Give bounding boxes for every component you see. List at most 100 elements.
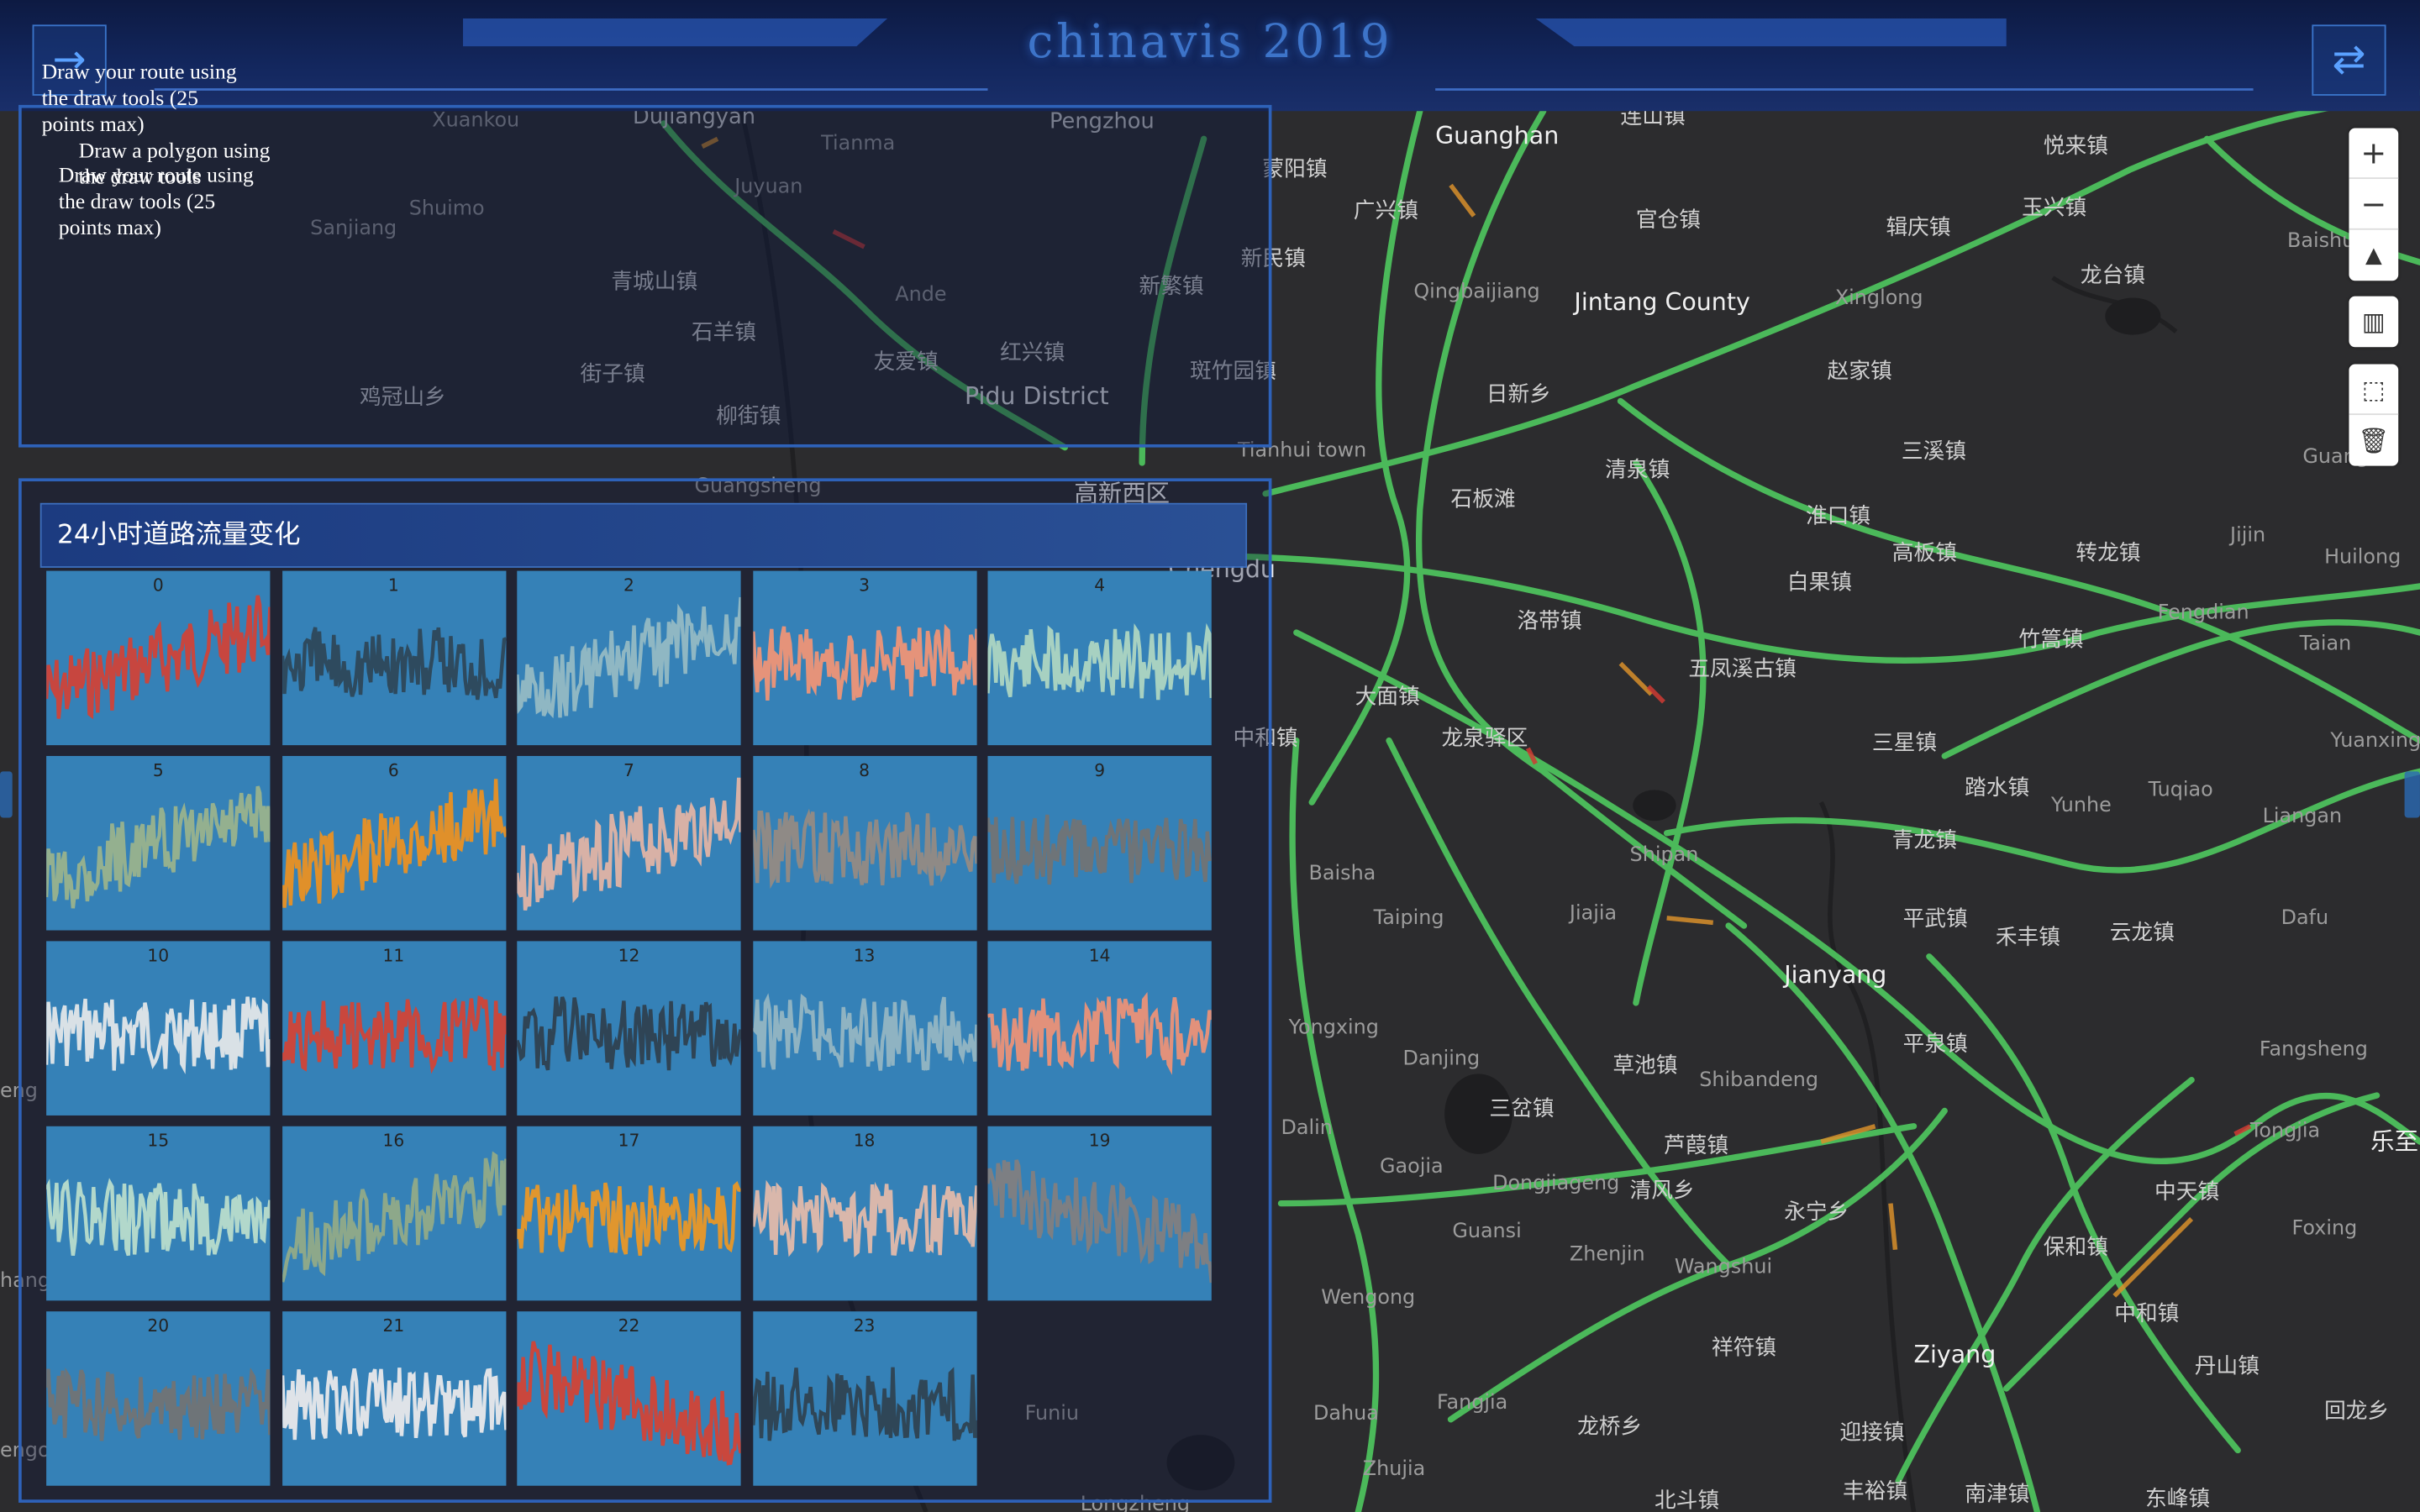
series-line-svg xyxy=(281,627,506,701)
compass-icon[interactable]: ▲ xyxy=(2349,230,2398,281)
series-line xyxy=(281,995,506,1074)
chart-panel-4: 4 xyxy=(987,570,1212,746)
chart-panel-17: 17 xyxy=(517,1126,741,1301)
series-line-svg xyxy=(517,1341,741,1466)
series-line-svg xyxy=(752,1367,976,1441)
chart-panel-11: 11 xyxy=(281,941,506,1116)
map-place-label: 白果镇 xyxy=(1787,570,1852,596)
map-place-label: 三岔镇 xyxy=(1489,1096,1554,1121)
series-line-svg xyxy=(987,814,1212,885)
series-line xyxy=(517,777,741,911)
map-place-label: Fangjia xyxy=(1437,1390,1507,1414)
map-place-label: 云龙镇 xyxy=(2110,921,2175,946)
swap-view-button[interactable]: ⇄ xyxy=(2312,24,2386,96)
small-multiples-grid: 0 1 2 3 4 5 6 7 8 9 10 11 12 13 14 15 16 17 18 19 20 21 22 23 xyxy=(46,570,1213,1488)
chart-panel-13: 13 xyxy=(752,941,976,1116)
series-line-svg xyxy=(517,1181,741,1257)
map-place-label: 丰裕镇 xyxy=(1843,1478,1907,1504)
zoom-control: + − ▲ xyxy=(2349,128,2399,281)
map-place-label: Guansi xyxy=(1452,1219,1521,1242)
map-place-label: Fangsheng xyxy=(2260,1037,2368,1060)
map-place-label: Yunhe xyxy=(2050,793,2112,816)
series-line xyxy=(752,623,976,701)
map-place-label: 迎接镇 xyxy=(1839,1420,1904,1446)
panel-hour-label: 21 xyxy=(382,1315,405,1336)
map-place-label: Shipan xyxy=(1630,843,1699,866)
map-place-label: 中天镇 xyxy=(2154,1179,2219,1205)
panel-hour-label: 2 xyxy=(623,575,634,596)
map-place-label: 玉兴镇 xyxy=(2022,195,2086,220)
map-place-label: Jianyang xyxy=(1782,961,1886,989)
series-line-svg xyxy=(752,623,976,701)
map-icon[interactable]: ▥ xyxy=(2349,297,2398,348)
map-place-label: 北斗镇 xyxy=(1655,1488,1719,1512)
map-place-label: 龙台镇 xyxy=(2081,263,2145,288)
panel-hour-label: 20 xyxy=(147,1315,170,1336)
series-line-svg xyxy=(46,1367,271,1441)
map-place-label: 五凤溪古镇 xyxy=(1688,656,1797,681)
series-line-svg xyxy=(46,1178,271,1257)
map-place-label: Wengong xyxy=(1321,1285,1415,1309)
map-place-label: Dafu xyxy=(2281,906,2329,929)
chart-panel-20: 20 xyxy=(46,1311,271,1486)
map-place-label: 芦葭镇 xyxy=(1664,1133,1728,1158)
chart-panel-22: 22 xyxy=(517,1311,741,1486)
series-line xyxy=(281,1151,506,1283)
series-line xyxy=(281,1368,506,1441)
map-place-label: 官仓镇 xyxy=(1636,207,1701,233)
series-line-svg xyxy=(752,1179,976,1257)
series-line xyxy=(281,779,506,908)
map-place-label: 大面镇 xyxy=(1355,685,1420,710)
series-line xyxy=(752,1179,976,1257)
series-line xyxy=(517,996,741,1071)
map-place-label: 赵家镇 xyxy=(1828,359,1892,384)
zoom-in-button[interactable]: + xyxy=(2349,128,2399,180)
series-line-svg xyxy=(752,993,976,1071)
map-place-label: 石板滩 xyxy=(1450,486,1515,512)
polygon-draw-icon[interactable]: ⬚ xyxy=(2349,364,2399,416)
map-place-label: 三星镇 xyxy=(1872,731,1937,756)
panel-hour-label: 7 xyxy=(623,760,634,781)
map-place-label: Jijin xyxy=(2228,523,2265,547)
map-place-label: Fengdian xyxy=(2158,601,2249,624)
series-line xyxy=(46,1367,271,1441)
map-place-label: 丹山镇 xyxy=(2195,1354,2260,1379)
map-place-label: Gaojia xyxy=(1380,1154,1444,1178)
map-place-label: Danjing xyxy=(1403,1046,1481,1069)
chart-panel-10: 10 xyxy=(46,941,271,1116)
chart-panel-15: 15 xyxy=(46,1126,271,1301)
map-place-label: 祥符镇 xyxy=(1712,1336,1776,1361)
series-line xyxy=(281,627,506,701)
panel-hour-label: 18 xyxy=(853,1131,876,1152)
map-place-label: Jiajia xyxy=(1568,901,1617,925)
chart-panel-1: 1 xyxy=(281,570,506,746)
series-line-svg xyxy=(987,1159,1212,1284)
top-header: chinavis 2019 xyxy=(0,0,2420,112)
chart-panel-21: 21 xyxy=(281,1311,506,1486)
map-place-label: Taian xyxy=(2299,631,2352,654)
series-line-svg xyxy=(46,595,271,720)
map-place-label: 清泉镇 xyxy=(1605,458,1670,483)
zoom-out-button[interactable]: − xyxy=(2349,179,2399,230)
series-line xyxy=(517,1181,741,1257)
map-place-label: 平泉镇 xyxy=(1903,1032,1968,1057)
series-line xyxy=(752,808,976,890)
panel-hour-label: 16 xyxy=(382,1131,405,1152)
map-place-label: 踏水镇 xyxy=(1965,775,2029,801)
chart-panel-5: 5 xyxy=(46,755,271,931)
panel-hour-label: 0 xyxy=(152,575,164,596)
panel-hour-label: 14 xyxy=(1088,945,1111,966)
map-place-label: 中和镇 xyxy=(2114,1301,2179,1326)
panel-hour-label: 13 xyxy=(853,945,876,966)
panel-hour-label: 23 xyxy=(853,1315,876,1336)
series-line-svg xyxy=(517,996,741,1071)
chart-panel-6: 6 xyxy=(281,755,506,931)
draw-control: ⬚ 🗑 xyxy=(2349,364,2399,466)
map-place-label: 蒙阳镇 xyxy=(1262,156,1327,181)
map-place-label: Ziyang xyxy=(1914,1341,1996,1368)
panel-hour-label: 8 xyxy=(859,760,870,781)
trash-icon[interactable]: 🗑 xyxy=(2349,415,2398,466)
map-place-label: 高板镇 xyxy=(1892,541,1957,566)
map-place-label: 三溪镇 xyxy=(1902,438,1966,464)
map-place-label: 辑庆镇 xyxy=(1886,215,1950,240)
